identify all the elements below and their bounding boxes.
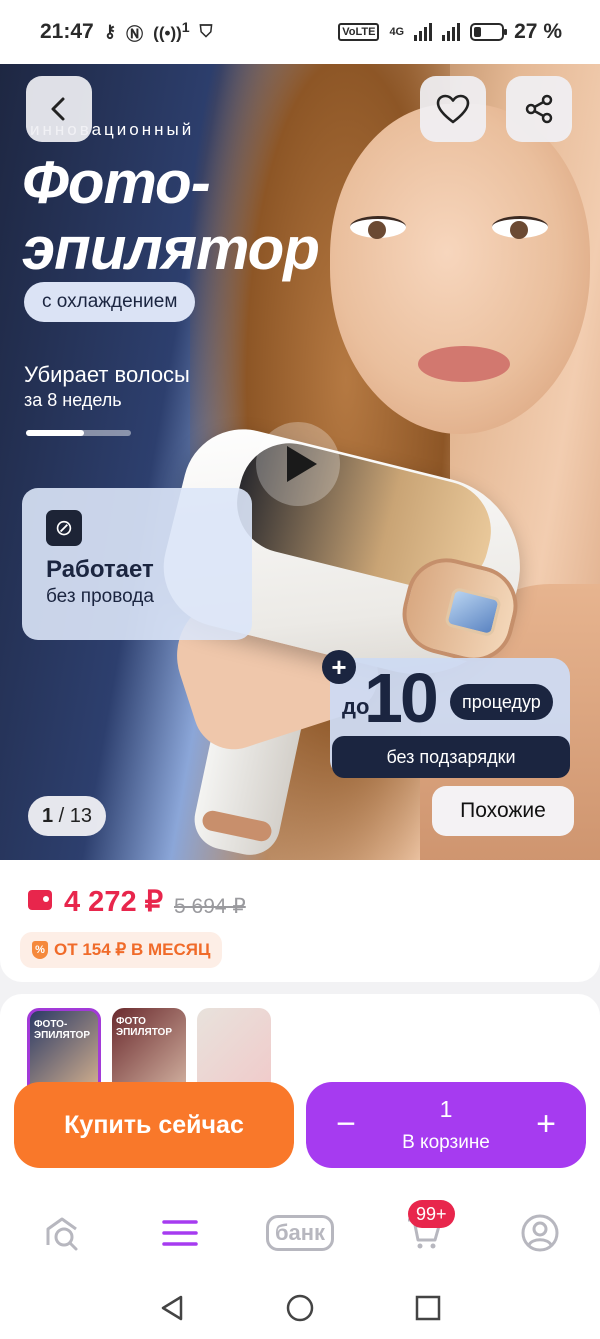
removes-progress-fill xyxy=(26,430,84,436)
gallery-counter-current: 1 xyxy=(41,804,54,827)
nav-bank[interactable]: банк xyxy=(256,1208,344,1258)
system-nav xyxy=(0,1272,600,1339)
share-button[interactable] xyxy=(506,76,572,142)
profile-icon xyxy=(521,1214,559,1252)
cart-quantity-control: − 1 В корзине + xyxy=(306,1082,586,1168)
hero-title: Фото- эпилятор xyxy=(22,149,320,282)
signal-icon xyxy=(414,23,433,41)
shield-app-icon: ⛉ xyxy=(199,22,213,41)
installment-text: ОТ 154 ₽ В МЕСЯЦ xyxy=(54,940,211,959)
volte-icon: VoLTE xyxy=(338,23,380,41)
system-back-button[interactable] xyxy=(152,1288,192,1328)
status-right: VoLTE 4G 27 % xyxy=(338,20,562,44)
catalog-menu-icon xyxy=(162,1220,198,1246)
nav-profile[interactable] xyxy=(510,1208,570,1258)
play-icon xyxy=(287,446,317,482)
price-old: 5 694 ₽ xyxy=(174,895,246,918)
status-time: 21:47 xyxy=(40,20,94,43)
hero-lips xyxy=(418,346,510,382)
bank-icon: банк xyxy=(265,1215,335,1251)
key-icon: ⚷ xyxy=(103,22,117,41)
back-arrow-icon xyxy=(51,97,65,121)
no-wire-icon: ⊘ xyxy=(46,510,82,546)
battery-icon xyxy=(470,23,508,41)
similar-button[interactable]: Похожие xyxy=(432,786,574,836)
bottom-nav: банк xyxy=(0,1194,600,1272)
product-gallery[interactable]: инновационный Фото- эпилятор с охлаждени… xyxy=(0,64,600,860)
removes-progress xyxy=(26,430,131,436)
thumbnail-1-label: ФОТО-ЭПИЛЯТОР xyxy=(34,1019,91,1041)
nfc-icon: Ⓝ xyxy=(126,24,144,44)
installment-badge[interactable]: % ОТ 154 ₽ В МЕСЯЦ xyxy=(20,932,223,968)
price-current: 4 272 ₽ xyxy=(64,886,164,918)
recent-square-icon xyxy=(415,1295,441,1321)
battery-percent: 27 % xyxy=(514,20,562,43)
hotspot-count: 1 xyxy=(181,20,190,37)
play-video-button[interactable] xyxy=(256,422,340,506)
wireless-card: ⊘ Работает без провода xyxy=(22,488,252,640)
back-triangle-icon xyxy=(161,1295,183,1321)
hero-title-line2: эпилятор xyxy=(22,215,320,282)
wallet-icon xyxy=(28,890,52,910)
qty-plus-button[interactable]: + xyxy=(526,1104,566,1144)
hotspot-icon: ((•))1 xyxy=(153,20,190,43)
hero-title-line1: Фото- xyxy=(22,149,211,216)
plus-icon: + xyxy=(322,650,356,684)
gallery-counter-total: / 13 xyxy=(58,804,93,827)
cart-badge: 99+ xyxy=(408,1200,455,1228)
procedures-word: процедур xyxy=(450,684,553,720)
wireless-title: Работает xyxy=(46,556,154,583)
nav-home[interactable] xyxy=(32,1208,92,1258)
network-type: 4G xyxy=(389,26,405,38)
buy-now-button[interactable]: Купить сейчас xyxy=(14,1082,294,1168)
heart-icon xyxy=(436,94,470,124)
price-card: 4 272 ₽ 5 694 ₽ % ОТ 154 ₽ В МЕСЯЦ xyxy=(0,860,600,982)
gallery-counter: 1 / 13 xyxy=(28,796,106,836)
status-bar: 21:47 ⚷ Ⓝ ((•))1 ⛉ VoLTE 4G 27 % xyxy=(0,0,600,64)
share-icon xyxy=(525,94,553,124)
favorite-button[interactable] xyxy=(420,76,486,142)
thumbnail-2-label: ФОТО ЭПИЛЯТОР xyxy=(116,1016,173,1038)
home-circle-icon xyxy=(286,1294,314,1322)
removes-sub: за 8 недель xyxy=(24,390,122,410)
signal-icon-2 xyxy=(442,23,461,41)
nav-catalog[interactable] xyxy=(150,1208,210,1258)
system-recent-button[interactable] xyxy=(408,1288,448,1328)
product-screen: 21:47 ⚷ Ⓝ ((•))1 ⛉ VoLTE 4G 27 % инновац… xyxy=(0,0,600,1339)
hero-eye-left xyxy=(350,216,406,239)
back-button[interactable] xyxy=(26,76,92,142)
status-left: 21:47 ⚷ Ⓝ ((•))1 ⛉ xyxy=(40,20,212,45)
home-search-icon xyxy=(46,1217,78,1251)
hero-eye-right xyxy=(492,216,548,239)
wireless-sub: без провода xyxy=(46,586,154,607)
system-home-button[interactable] xyxy=(280,1288,320,1328)
procedures-bottom: без подзарядки xyxy=(332,736,570,778)
removes-title: Убирает волосы xyxy=(24,362,190,387)
procedures-number: 10 xyxy=(364,659,439,737)
cooling-pill: с охлаждением xyxy=(24,282,196,322)
hero-face xyxy=(330,104,590,434)
installment-shield-icon: % xyxy=(32,941,48,959)
